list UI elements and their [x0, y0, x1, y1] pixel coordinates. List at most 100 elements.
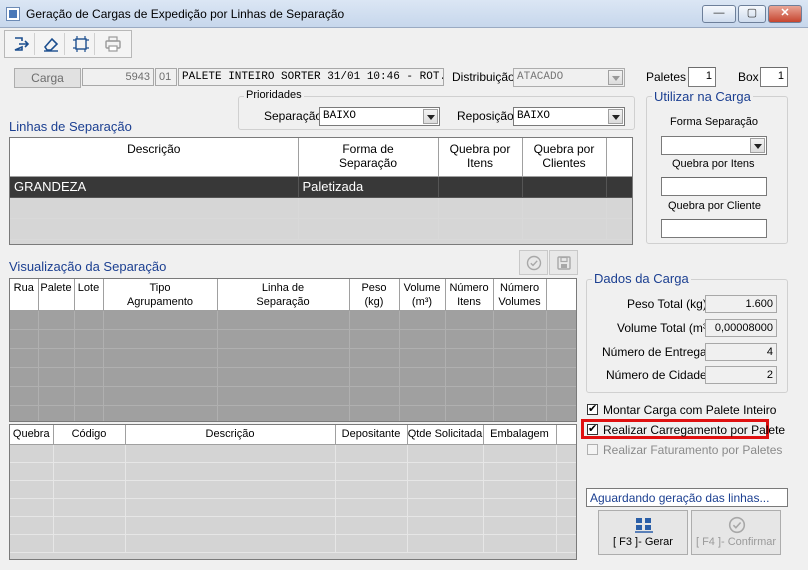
gerar-button-label: [ F3 ]- Gerar — [613, 536, 673, 548]
table-row — [10, 197, 632, 219]
visualizacao-grid[interactable]: Rua Palete Lote Tipo Agrupamento Linha d… — [9, 278, 577, 422]
faturamento-label: Realizar Faturamento por Paletes — [603, 443, 783, 457]
det-col-codigo[interactable]: Código — [53, 425, 126, 445]
vis-col-tipo-agrupamento[interactable]: Tipo Agrupamento — [103, 279, 218, 311]
window-title: Geração de Cargas de Expedição por Linha… — [26, 7, 345, 21]
linhas-cell-descricao: GRANDEZA — [10, 176, 299, 198]
numero-cidades-label: Número de Cidades — [606, 368, 713, 382]
chevron-down-icon — [608, 70, 623, 85]
reposicao-combo[interactable]: BAIXO — [513, 107, 625, 126]
table-row — [10, 516, 576, 535]
quebra-cliente-label: Quebra por Cliente — [668, 200, 761, 212]
distribuicao-value: ATACADO — [517, 71, 564, 83]
distribuicao-combo[interactable]: ATACADO — [513, 68, 625, 87]
vis-col-volume[interactable]: Volume (m³) — [399, 279, 446, 311]
detalhe-grid[interactable]: Quebra Código Descrição Depositante Qtde… — [9, 424, 577, 560]
det-col-depositante[interactable]: Depositante — [335, 425, 408, 445]
forma-separacao-combo[interactable] — [661, 136, 767, 155]
faturamento-checkbox[interactable] — [587, 444, 598, 455]
table-row[interactable]: GRANDEZA Paletizada — [10, 176, 632, 198]
carga-description-field: PALETE INTEIRO SORTER 31/01 10:46 - ROT. — [178, 68, 444, 86]
eraser-icon — [43, 37, 58, 52]
table-row — [10, 386, 576, 406]
montar-carga-checkbox[interactable] — [587, 402, 598, 415]
table-row — [10, 462, 576, 481]
toolbar — [4, 30, 132, 58]
distribuicao-label: Distribuição — [452, 70, 515, 84]
vis-col-linha-separacao[interactable]: Linha de Separação — [217, 279, 350, 311]
det-col-descricao[interactable]: Descrição — [125, 425, 336, 445]
det-col-quebra[interactable]: Quebra — [10, 425, 54, 445]
carga-code-field: 01 — [155, 68, 177, 86]
box-label: Box — [738, 70, 759, 84]
numero-entregas-field: 4 — [705, 343, 777, 361]
approve-button[interactable] — [519, 250, 548, 275]
confirmar-button-label: [ F4 ]- Confirmar — [695, 536, 777, 548]
generate-pallets-icon — [635, 518, 653, 533]
linhas-col-quebra-itens[interactable]: Quebra por Itens — [438, 138, 523, 177]
dados-title: Dados da Carga — [592, 271, 691, 286]
peso-total-field: 1.600 — [705, 295, 777, 313]
linhas-cell-quebra-clientes — [522, 176, 607, 198]
linhas-col-quebra-clientes[interactable]: Quebra por Clientes — [522, 138, 607, 177]
separacao-combo[interactable]: BAIXO — [319, 107, 440, 126]
minimize-button[interactable]: — — [702, 5, 736, 23]
linhas-title: Linhas de Separação — [9, 119, 132, 134]
vis-col-lote[interactable]: Lote — [74, 279, 104, 311]
numero-entregas-label: Número de Entregas — [602, 345, 713, 359]
app-icon — [6, 7, 20, 21]
linhas-cell-quebra-itens — [438, 176, 523, 198]
box-field[interactable]: 1 — [760, 67, 788, 87]
vis-col-numero-volumes[interactable]: Número Volumes — [493, 279, 547, 311]
close-button[interactable]: ✕ — [768, 5, 802, 23]
reposicao-value: BAIXO — [517, 110, 551, 122]
vis-col-numero-itens[interactable]: Número Itens — [445, 279, 494, 311]
det-col-embalagem[interactable]: Embalagem — [483, 425, 557, 445]
table-row — [10, 367, 576, 387]
vis-col-rua[interactable]: Rua — [10, 279, 39, 311]
numero-cidades-field: 2 — [705, 366, 777, 384]
status-field: Aguardando geração das linhas... — [586, 488, 788, 507]
exit-icon — [14, 37, 29, 51]
table-row — [10, 444, 576, 463]
table-row — [10, 310, 576, 330]
prioridades-title: Prioridades — [244, 89, 304, 101]
print-button[interactable] — [99, 33, 127, 55]
select-area-button[interactable] — [67, 33, 95, 55]
table-row — [10, 348, 576, 368]
realizar-carregamento-label: Realizar Carregamento por Palete — [603, 423, 786, 437]
forma-separacao-label: Forma Separação — [670, 116, 759, 128]
carga-number-field: 5943 — [82, 68, 154, 86]
quebra-itens-label: Quebra por Itens — [672, 158, 755, 170]
volume-total-field: 0,00008000 — [705, 319, 777, 337]
table-row — [10, 329, 576, 349]
separacao-value: BAIXO — [323, 110, 357, 122]
confirmar-button[interactable]: [ F4 ]- Confirmar — [691, 510, 781, 555]
det-col-qtde-solicitada[interactable]: Qtde Solicitada — [407, 425, 484, 445]
quebra-cliente-field[interactable] — [661, 219, 767, 238]
carga-button[interactable]: Carga — [14, 68, 81, 88]
save-button[interactable] — [549, 250, 578, 275]
linhas-col-descricao[interactable]: Descrição — [10, 138, 299, 177]
save-icon — [556, 255, 571, 270]
exit-button[interactable] — [7, 33, 35, 55]
vis-col-peso[interactable]: Peso (kg) — [349, 279, 400, 311]
print-icon — [105, 36, 121, 52]
gerar-button[interactable]: [ F3 ]- Gerar — [598, 510, 688, 555]
check-circle-icon — [728, 516, 746, 534]
table-row — [10, 218, 632, 240]
quebra-itens-field[interactable] — [661, 177, 767, 196]
clear-button[interactable] — [37, 33, 65, 55]
select-area-icon — [72, 36, 89, 52]
realizar-carregamento-checkbox[interactable] — [587, 422, 598, 435]
paletes-field[interactable]: 1 — [688, 67, 716, 87]
peso-total-label: Peso Total (kg) — [627, 297, 707, 311]
linhas-grid[interactable]: Descrição Forma de Separação Quebra por … — [9, 137, 633, 245]
chevron-down-icon — [750, 138, 765, 153]
maximize-button[interactable]: ▢ — [738, 5, 766, 23]
chevron-down-icon — [423, 109, 438, 124]
vis-col-palete[interactable]: Palete — [38, 279, 75, 311]
table-row — [10, 480, 576, 499]
linhas-col-forma[interactable]: Forma de Separação — [298, 138, 439, 177]
separacao-label: Separação — [264, 109, 323, 123]
